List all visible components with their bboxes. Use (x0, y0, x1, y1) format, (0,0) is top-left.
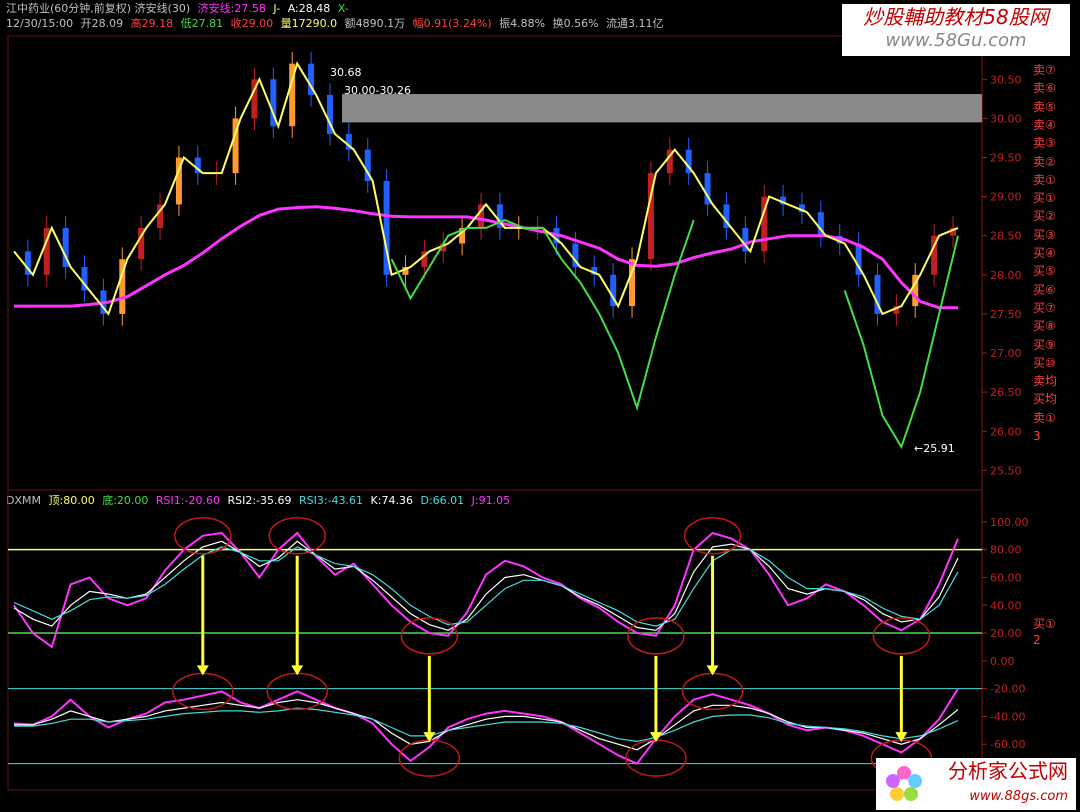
price-tick-label: 28.50 (990, 230, 1022, 243)
price-tick-label: 28.00 (990, 269, 1022, 282)
signal-label: 买④ (1033, 246, 1056, 260)
signal-circle (172, 672, 234, 711)
signal-label: 买⑤ (1033, 264, 1056, 279)
indicator-tick-label: 100.00 (990, 516, 1029, 529)
indicator-tick-label: 60.00 (990, 571, 1022, 584)
signal-label: 卖④ (1033, 117, 1056, 132)
signal-label: 卖① (1033, 172, 1056, 187)
signal-label: 卖③ (1033, 136, 1056, 151)
signal-label: 买⑧ (1033, 319, 1056, 334)
signal-label-lower: 2 (1033, 633, 1041, 647)
price-tick-label: 30.00 (990, 112, 1022, 125)
chart-svg[interactable]: 25.50 26.00 26.50 27.00 27.50 28.00 28.50 29.00… (0, 0, 1080, 812)
price-tick-label: 27.50 (990, 308, 1022, 321)
signal-label-lower: 买① (1033, 617, 1056, 631)
watermark-88gs: 分析家公式网 www.88gs.com (876, 758, 1076, 810)
signal-label: 买⑥ (1033, 282, 1056, 297)
indicator-tick-label: 40.00 (990, 599, 1022, 612)
signal-label: 卖① (1033, 410, 1056, 425)
indicator-tick-label: 80.00 (990, 544, 1022, 557)
signal-label: 买⑦ (1033, 300, 1056, 315)
indicator-series-line (13, 688, 959, 765)
indicator-tick-label: -20.00 (990, 683, 1025, 696)
signal-circle (683, 517, 742, 555)
signal-circle (268, 517, 326, 555)
watermark-88gs-title: 分析家公式网 (948, 759, 1068, 783)
signal-label: 买⑨ (1033, 337, 1056, 352)
signal-label: 买① (1033, 191, 1056, 206)
signal-label: 卖均 (1033, 374, 1058, 389)
signal-label: 买⑩ (1033, 355, 1056, 370)
price-tick-label: 29.00 (990, 191, 1022, 204)
indicator-series-line (13, 540, 959, 631)
price-tick-label: 26.50 (990, 386, 1022, 399)
low-annotation: ←25.91 (914, 442, 955, 455)
watermark-58gu: 炒股輔助教材58股网 www.58Gu.com (842, 4, 1070, 56)
price-tick-label: 25.50 (990, 464, 1022, 477)
price-series-line (14, 205, 958, 310)
signal-circle (872, 617, 931, 655)
watermark-58gu-url: www.58Gu.com (885, 30, 1027, 51)
signal-label: 买③ (1033, 227, 1056, 242)
price-tick-label: 26.00 (990, 425, 1022, 438)
price-tick-label: 30.50 (990, 73, 1022, 86)
price-tick-label: 29.50 (990, 152, 1022, 165)
watermark-58gu-title: 炒股輔助教材58股网 (863, 5, 1049, 29)
chart-window: 江中药业(60分钟,前复权) 济安线(30) 济安线:27.58 J- A:28… (0, 0, 1080, 812)
indicator-tick-label: 20.00 (990, 627, 1022, 640)
zone-annotation: 30.00-30.26 (344, 84, 411, 97)
signal-label: 3 (1033, 429, 1041, 443)
signal-circle (681, 672, 744, 711)
signal-label: 卖⑦ (1033, 63, 1056, 77)
flower-logo-icon (886, 766, 922, 801)
signal-label: 卖② (1033, 154, 1056, 169)
resistance-zone (342, 94, 982, 123)
price-tick-label: 27.00 (990, 347, 1022, 360)
indicator-panel-frame (7, 489, 983, 791)
signal-label: 卖⑤ (1033, 99, 1056, 114)
signal-label: 卖⑥ (1033, 81, 1056, 96)
indicator-tick-label: -60.00 (990, 738, 1025, 751)
indicator-tick-label: -40.00 (990, 710, 1025, 723)
indicator-tick-label: 0.00 (990, 655, 1015, 668)
signal-label: 买均 (1033, 392, 1058, 407)
signal-circle (625, 739, 687, 777)
high-annotation: 30.68 (330, 66, 362, 79)
signal-label: 买② (1033, 209, 1056, 224)
